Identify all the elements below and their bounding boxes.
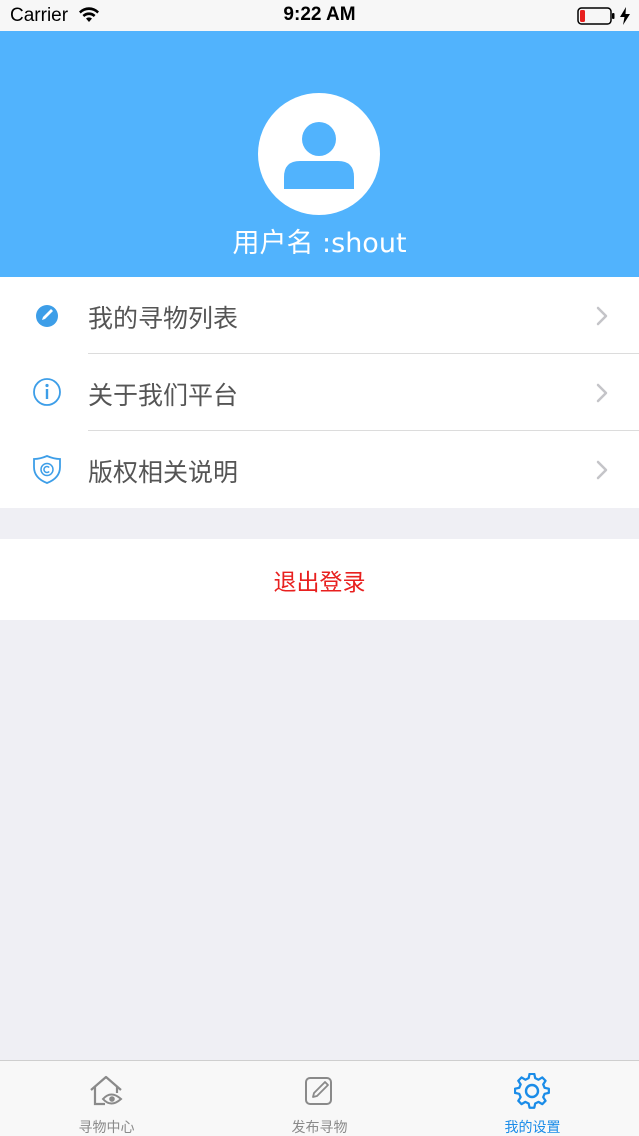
chevron-right-icon: [596, 460, 608, 480]
menu-item-my-lost-items[interactable]: 我的寻物列表: [0, 277, 639, 354]
copyright-shield-icon: [33, 455, 61, 484]
username-label: 用户名 :shout: [232, 228, 407, 259]
user-icon: [284, 122, 354, 189]
home-eye-icon: [90, 1075, 123, 1106]
profile-header: 用户名 :shout: [0, 31, 639, 277]
menu-item-about-platform[interactable]: 关于我们平台: [0, 354, 639, 431]
battery-icon: [577, 7, 615, 25]
tab-label: 寻物中心: [78, 1120, 135, 1136]
logout-button[interactable]: 退出登录: [0, 563, 639, 597]
info-circle-icon: [33, 378, 61, 406]
charging-bolt-icon: [620, 7, 630, 25]
menu-item-copyright[interactable]: 版权相关说明: [0, 431, 639, 508]
tab-lost-center[interactable]: 寻物中心: [0, 1061, 213, 1136]
gear-icon: [514, 1073, 550, 1109]
pencil-circle-icon: [36, 305, 58, 327]
menu-item-label: 关于我们平台: [88, 381, 239, 410]
tab-my-settings[interactable]: 我的设置: [426, 1061, 639, 1136]
tab-publish[interactable]: 发布寻物: [213, 1061, 426, 1136]
chevron-right-icon: [596, 306, 608, 326]
menu-item-label: 版权相关说明: [88, 458, 239, 487]
edit-icon: [305, 1077, 332, 1105]
avatar[interactable]: [258, 93, 380, 215]
tab-label: 我的设置: [504, 1120, 561, 1136]
menu-item-label: 我的寻物列表: [88, 304, 239, 333]
tab-bar: 寻物中心 发布寻物 我的设置: [0, 1060, 639, 1136]
clock: 9:22 AM: [283, 4, 356, 25]
tab-label: 发布寻物: [291, 1120, 348, 1136]
status-bar: Carrier 9:22 AM: [0, 0, 639, 31]
logout-section: 退出登录: [0, 539, 639, 620]
chevron-right-icon: [596, 383, 608, 403]
settings-menu: 我的寻物列表 关于我们平台 版权相关说明: [0, 277, 639, 508]
